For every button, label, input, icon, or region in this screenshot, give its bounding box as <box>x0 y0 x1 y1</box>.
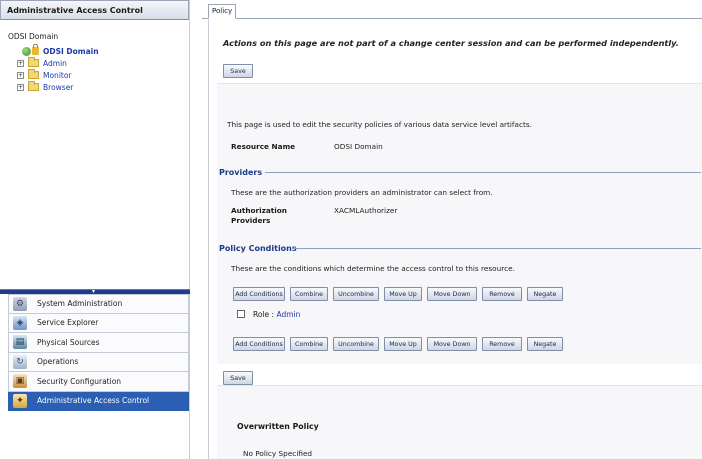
tree-root-label: ODSI Domain <box>8 31 59 41</box>
nav-item-label: Security Configuration <box>37 376 122 386</box>
tree-item-admin[interactable]: + Admin <box>8 57 189 69</box>
move-down-button[interactable]: Move Down <box>427 287 477 301</box>
tree-item-monitor[interactable]: + Monitor <box>8 69 189 81</box>
folder-icon <box>28 81 39 91</box>
auth-providers-label-line1: Authorization <box>231 206 288 215</box>
nav-item-system-administration[interactable]: ⚙ System Administration <box>8 294 189 314</box>
role-checkbox[interactable] <box>237 310 245 318</box>
add-conditions-button[interactable]: Add Conditions <box>233 287 285 301</box>
nav-item-physical-sources[interactable]: ▤ Physical Sources <box>8 333 189 353</box>
nav-item-security-configuration[interactable]: ▣ Security Configuration <box>8 372 189 392</box>
remove-button-bottom[interactable]: Remove <box>482 337 522 351</box>
nav-item-label: System Administration <box>37 299 123 309</box>
negate-button[interactable]: Negate <box>527 287 563 301</box>
globe-icon <box>22 46 31 56</box>
folder-icon <box>28 57 39 67</box>
domain-tree: ODSI Domain ODSI Domain + Admin + Monito… <box>0 20 189 288</box>
tab-strip: Policy <box>202 2 702 19</box>
role-condition: Role : Admin <box>253 310 300 319</box>
uncombine-button[interactable]: Uncombine <box>333 287 379 301</box>
tree-item-label[interactable]: ODSI Domain <box>43 47 99 56</box>
folder-icon <box>28 69 39 79</box>
move-up-button[interactable]: Move Up <box>384 287 422 301</box>
nav-accordion: ⚙ System Administration ◈ Service Explor… <box>8 294 189 411</box>
providers-heading: Providers <box>219 168 263 177</box>
tree-item-browser[interactable]: + Browser <box>8 81 189 93</box>
providers-divider <box>265 172 701 173</box>
save-button-top[interactable]: Save <box>223 64 253 78</box>
nav-item-label: Operations <box>37 357 79 367</box>
tree-item-label[interactable]: Browser <box>43 83 73 92</box>
nav-item-label: Physical Sources <box>37 337 100 347</box>
combine-button[interactable]: Combine <box>290 287 328 301</box>
left-panel-title: Administrative Access Control <box>0 0 189 20</box>
add-conditions-button-bottom[interactable]: Add Conditions <box>233 337 285 351</box>
move-up-button-bottom[interactable]: Move Up <box>384 337 422 351</box>
database-icon: ▤ <box>13 335 27 350</box>
nav-item-label: Service Explorer <box>37 318 99 328</box>
nav-item-label: Administrative Access Control <box>37 396 150 406</box>
explorer-icon: ◈ <box>13 315 27 330</box>
resource-name-value: ODSI Domain <box>334 142 383 151</box>
save-button-bottom[interactable]: Save <box>223 371 253 385</box>
expand-icon[interactable]: + <box>17 83 24 91</box>
expand-icon[interactable]: + <box>17 71 24 79</box>
gears-icon: ⚙ <box>13 296 27 311</box>
conditions-divider <box>293 248 701 249</box>
change-center-notice: Actions on this page are not part of a c… <box>223 38 679 48</box>
combine-button-bottom[interactable]: Combine <box>290 337 328 351</box>
page-description: This page is used to edit the security p… <box>227 120 532 129</box>
negate-button-bottom[interactable]: Negate <box>527 337 563 351</box>
overwritten-policy-heading: Overwritten Policy <box>237 422 319 431</box>
domain-icon <box>22 44 39 56</box>
left-panel: Administrative Access Control ODSI Domai… <box>0 0 190 459</box>
policy-content: Actions on this page are not part of a c… <box>208 19 702 459</box>
no-policy-text: No Policy Specified <box>243 449 313 458</box>
move-down-button-bottom[interactable]: Move Down <box>427 337 477 351</box>
nav-item-administrative-access-control[interactable]: ✦ Administrative Access Control <box>8 391 189 411</box>
nav-item-operations[interactable]: ↻ Operations <box>8 352 189 372</box>
auth-providers-label-line2: Providers <box>231 216 271 225</box>
admin-access-icon: ✦ <box>13 393 27 408</box>
resource-name-label: Resource Name <box>231 142 296 151</box>
role-value-link[interactable]: Admin <box>276 310 300 319</box>
uncombine-button-bottom[interactable]: Uncombine <box>333 337 379 351</box>
tree-item-odsi-domain[interactable]: ODSI Domain <box>8 44 189 57</box>
main-panel: Policy Actions on this page are not part… <box>202 0 702 459</box>
tree-root: ODSI Domain <box>8 30 189 42</box>
security-icon: ▣ <box>13 374 27 389</box>
tree-item-label[interactable]: Admin <box>43 59 67 68</box>
auth-providers-value: XACMLAuthorizer <box>334 206 398 215</box>
conditions-description: These are the conditions which determine… <box>231 264 515 273</box>
overwritten-policy-area: Overwritten Policy No Policy Specified <box>217 385 702 459</box>
role-prefix: Role : <box>253 310 277 319</box>
nav-item-service-explorer[interactable]: ◈ Service Explorer <box>8 313 189 333</box>
remove-button[interactable]: Remove <box>482 287 522 301</box>
operations-icon: ↻ <box>13 354 27 369</box>
expand-icon[interactable]: + <box>17 59 24 67</box>
policy-editor-area: This page is used to edit the security p… <box>217 83 702 364</box>
tab-policy[interactable]: Policy <box>208 4 236 19</box>
conditions-heading: Policy Conditions <box>219 244 297 253</box>
tree-item-label[interactable]: Monitor <box>43 71 72 80</box>
lock-icon <box>32 44 39 55</box>
providers-description: These are the authorization providers an… <box>231 188 493 197</box>
